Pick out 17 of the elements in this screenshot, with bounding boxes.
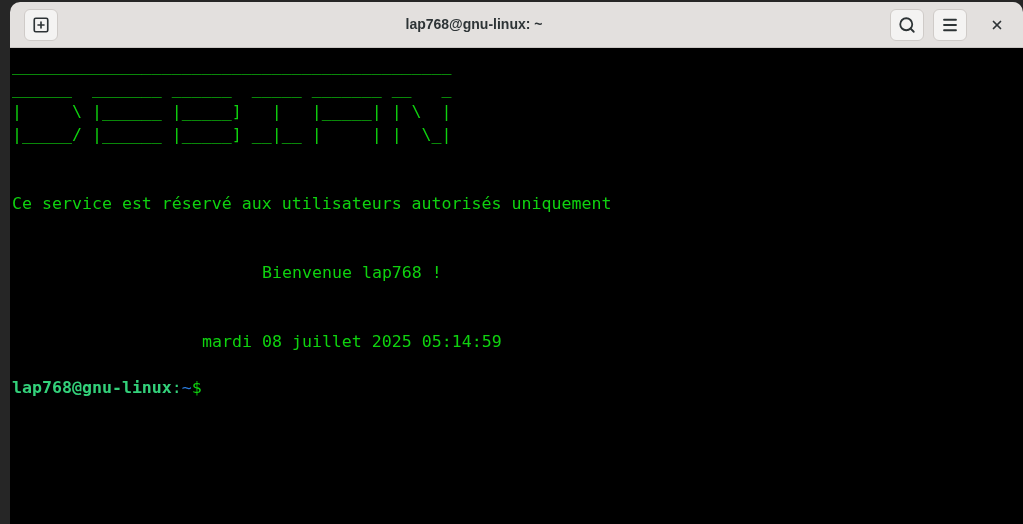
ascii-banner-line: ______ _______ ______ _____ _______ __ _	[12, 78, 452, 100]
welcome-text: Bienvenue lap768 !	[262, 262, 442, 284]
plus-icon	[32, 15, 50, 34]
ascii-banner-line: | \ |______ |_____] | |_____| | \ |	[12, 101, 452, 123]
menu-button[interactable]	[933, 8, 967, 41]
new-tab-button[interactable]	[24, 8, 58, 41]
prompt-symbol: $	[191, 377, 202, 399]
prompt-user-host: lap768@gnu-linux	[12, 377, 172, 399]
search-icon	[898, 15, 916, 34]
window-title: lap768@gnu-linux: ~	[405, 15, 543, 34]
ascii-banner-line: ____________________________________________	[12, 55, 452, 77]
prompt-separator: :	[171, 377, 182, 399]
date-text: mardi 08 juillet 2025 05:14:59	[202, 331, 502, 353]
ascii-banner-line: |_____/ |______ |_____] __|__ | | | \_|	[12, 124, 452, 146]
search-button[interactable]	[890, 8, 924, 41]
notice-text: Ce service est réservé aux utilisateurs autorisés uniquement	[12, 193, 612, 215]
prompt-path: ~	[181, 377, 192, 399]
